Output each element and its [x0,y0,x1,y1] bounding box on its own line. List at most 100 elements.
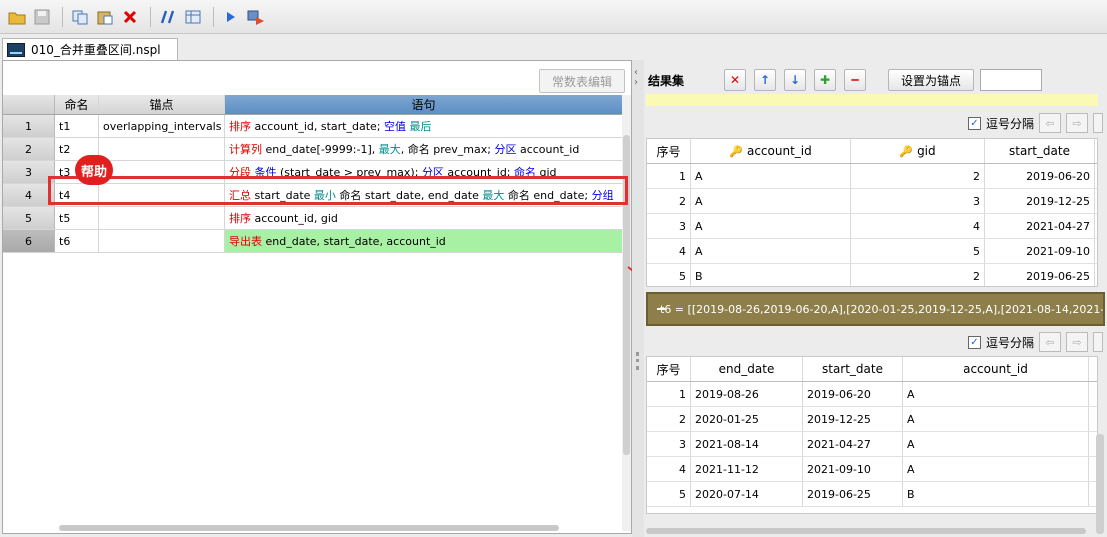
index-cell[interactable]: 5 [647,482,691,506]
account-id-header[interactable]: 🔑 account_id [691,139,851,163]
table-row[interactable]: 2 2020-01-25 2019-12-25 A [647,407,1097,432]
collapse-arrows-icon[interactable]: ‹ › [634,68,638,88]
script-row[interactable]: 1 t1 overlapping_intervals 排序 account_id, s… [3,115,623,138]
account-id-cell[interactable]: A [691,189,851,213]
add-button[interactable]: ✚ [814,69,837,91]
debug-icon[interactable] [245,6,267,28]
table-row[interactable]: 1 A 2 2019-06-20 [647,164,1097,189]
start-date-header-2[interactable]: start_date [803,357,903,381]
account-id-cell[interactable]: A [691,214,851,238]
account-id-cell[interactable]: A [691,164,851,188]
run-icon[interactable] [220,6,242,28]
anchor-cell[interactable] [99,230,225,252]
end-date-cell[interactable]: 2019-08-26 [691,382,803,406]
anchor-cell[interactable] [99,138,225,160]
index-cell[interactable]: 3 [647,432,691,456]
comment-icon[interactable] [157,6,179,28]
file-tab[interactable]: 010_合并重叠区间.nspl [2,38,178,60]
grid-icon[interactable] [182,6,204,28]
gid-cell[interactable]: 2 [851,164,985,188]
expression-bar[interactable]: t6 = [[2019-08-26,2019-06-20,A],[2020-01… [646,292,1105,326]
constant-table-edit-button[interactable]: 常数表编辑 [539,69,625,93]
pane-splitter[interactable]: ‹ › [632,60,644,537]
statement-cell[interactable]: 计算列 end_date[-9999:-1], 最大, 命名 prev_max;… [225,138,623,160]
start-date-cell[interactable]: 2019-12-25 [985,189,1095,213]
table-row[interactable]: 3 A 4 2021-04-27 [647,214,1097,239]
editor-horizontal-scrollbar[interactable] [59,525,559,531]
table-row[interactable]: 1 2019-08-26 2019-06-20 A [647,382,1097,407]
index-cell[interactable]: 5 [647,264,691,286]
row-number-cell[interactable]: 2 [3,138,55,160]
statement-cell[interactable]: 导出表 end_date, start_date, account_id [225,230,623,252]
table-row[interactable]: 4 A 5 2021-09-10 [647,239,1097,264]
account-id-cell[interactable]: A [691,239,851,263]
end-date-header[interactable]: end_date [691,357,803,381]
gid-cell[interactable]: 4 [851,214,985,238]
delete-icon[interactable] [119,6,141,28]
copy-icon[interactable] [69,6,91,28]
start-date-cell[interactable]: 2021-04-27 [985,214,1095,238]
end-date-cell[interactable]: 2020-07-14 [691,482,803,506]
comma-checkbox[interactable]: ✓ [967,116,981,130]
start-date-cell[interactable]: 2019-06-20 [985,164,1095,188]
gid-cell[interactable]: 3 [851,189,985,213]
end-date-cell[interactable]: 2021-08-14 [691,432,803,456]
account-id-cell[interactable]: A [903,382,1089,406]
set-as-anchor-button[interactable]: 设置为锚点 [888,69,975,91]
comma-checkbox-2[interactable]: ✓ [967,335,981,349]
anchor-name-input[interactable] [980,69,1043,91]
start-date-cell[interactable]: 2019-06-25 [803,482,903,506]
prev-arrow-icon[interactable]: ⇦ [1039,332,1061,352]
anchor-cell[interactable]: overlapping_intervals [99,115,225,137]
next-arrow-icon[interactable]: ⇨ [1066,332,1088,352]
start-date-cell[interactable]: 2019-06-20 [803,382,903,406]
table-row[interactable]: 5 2020-07-14 2019-06-25 B [647,482,1097,507]
account-id-header-2[interactable]: account_id [903,357,1089,381]
export-icon[interactable] [1093,332,1103,352]
export-icon[interactable] [1093,113,1103,133]
table-row[interactable]: 4 2021-11-12 2021-09-10 A [647,457,1097,482]
remove-result-button[interactable]: ✕ [724,69,747,91]
account-id-cell[interactable]: A [903,457,1089,481]
account-id-cell[interactable]: B [903,482,1089,506]
table-row[interactable]: 5 B 2 2019-06-25 [647,264,1097,286]
next-arrow-icon[interactable]: ⇨ [1066,113,1088,133]
start-date-cell[interactable]: 2021-09-10 [803,457,903,481]
row-number-cell[interactable]: 5 [3,207,55,229]
help-badge[interactable]: 帮助 [75,155,113,185]
gid-header[interactable]: 🔑 gid [851,139,985,163]
gid-cell[interactable]: 2 [851,264,985,286]
row-number-cell[interactable]: 6 [3,230,55,252]
start-date-cell[interactable]: 2021-04-27 [803,432,903,456]
index-header[interactable]: 序号 [647,139,691,163]
account-id-cell[interactable]: A [903,407,1089,431]
table-row[interactable]: 2 A 3 2019-12-25 [647,189,1097,214]
move-up-button[interactable]: ↑ [754,69,777,91]
anchor-column-header[interactable]: 锚点 [99,95,225,114]
name-cell[interactable]: t6 [55,230,99,252]
name-column-header[interactable]: 命名 [55,95,99,114]
statement-cell[interactable]: 排序 account_id, start_date; 空值 最后 [225,115,623,137]
move-down-button[interactable]: ↓ [784,69,807,91]
index-cell[interactable]: 2 [647,189,691,213]
result-vertical-scrollbar[interactable] [1096,434,1104,534]
name-cell[interactable]: t1 [55,115,99,137]
start-date-cell[interactable]: 2019-12-25 [803,407,903,431]
index-cell[interactable]: 3 [647,214,691,238]
start-date-cell[interactable]: 2021-09-10 [985,239,1095,263]
index-cell[interactable]: 1 [647,164,691,188]
name-cell[interactable]: t5 [55,207,99,229]
account-id-cell[interactable]: B [691,264,851,286]
save-icon[interactable] [31,6,53,28]
start-date-cell[interactable]: 2019-06-25 [985,264,1095,286]
anchor-cell[interactable] [99,207,225,229]
splitter-grip[interactable] [636,352,639,370]
end-date-cell[interactable]: 2020-01-25 [691,407,803,431]
row-number-cell[interactable]: 1 [3,115,55,137]
result-horizontal-scrollbar[interactable] [646,528,1086,534]
end-date-cell[interactable]: 2021-11-12 [691,457,803,481]
open-folder-icon[interactable] [6,6,28,28]
index-cell[interactable]: 2 [647,407,691,431]
index-cell[interactable]: 1 [647,382,691,406]
index-cell[interactable]: 4 [647,239,691,263]
